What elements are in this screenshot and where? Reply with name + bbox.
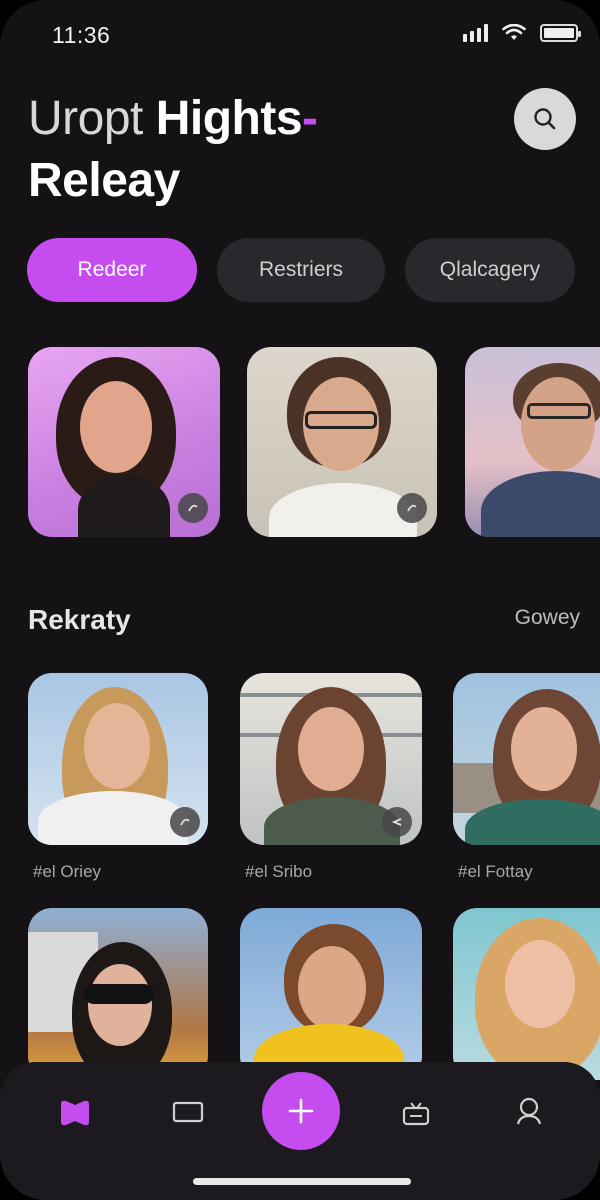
screen-icon (172, 1101, 204, 1123)
section-title: Rekraty (28, 604, 131, 635)
play-icon[interactable] (178, 493, 208, 523)
grid-card-caption: #el Oriey (33, 862, 102, 881)
home-icon (61, 1100, 89, 1126)
featured-card[interactable] (247, 347, 437, 537)
back-icon[interactable] (382, 807, 412, 837)
profile-icon (516, 1097, 542, 1125)
add-button[interactable] (262, 1072, 340, 1150)
search-button[interactable] (514, 88, 576, 150)
nav-screens[interactable] (172, 1100, 204, 1124)
status-time: 11:36 (52, 22, 111, 48)
wifi-icon (502, 24, 526, 40)
chip-redeer[interactable]: Redeer (27, 238, 197, 302)
add-icon (288, 1098, 314, 1124)
title-accent: - (302, 92, 318, 145)
nav-profile[interactable] (514, 1096, 544, 1128)
title-light: Uropt (28, 92, 156, 145)
home-indicator (193, 1178, 411, 1185)
grid-card[interactable] (28, 673, 208, 845)
grid-card[interactable] (453, 673, 600, 845)
app-screen: 11:36 Uropt Hights- Releay Redeer Restri… (0, 0, 600, 1200)
grid-card[interactable] (240, 908, 422, 1080)
chip-qlalcagery[interactable]: Qlalcagery (405, 238, 575, 302)
page-title: Uropt Hights- Releay (28, 88, 318, 212)
grid-card-caption: #el Sribo (245, 862, 313, 881)
grid-card[interactable] (240, 673, 422, 845)
play-icon[interactable] (170, 807, 200, 837)
section-see-all-link[interactable]: Gowey (515, 606, 580, 630)
nav-tv[interactable] (401, 1100, 431, 1128)
grid-card-caption: #el Fottay (458, 862, 533, 881)
search-icon (534, 108, 556, 130)
nav-home[interactable] (58, 1098, 92, 1128)
grid-card[interactable] (28, 908, 208, 1080)
tv-icon (402, 1102, 430, 1126)
featured-card[interactable] (28, 347, 220, 537)
chip-restriers[interactable]: Restriers (217, 238, 385, 302)
title-bold: Hights (155, 92, 303, 145)
play-icon[interactable] (397, 493, 427, 523)
title-line-2: Releay (28, 154, 180, 207)
featured-card[interactable] (465, 347, 600, 537)
filter-chips: Redeer Restriers Qlalcagery (27, 238, 575, 302)
signal-icon (463, 24, 488, 42)
status-icons (463, 24, 581, 42)
grid-card[interactable] (453, 908, 600, 1080)
battery-icon (540, 24, 581, 42)
